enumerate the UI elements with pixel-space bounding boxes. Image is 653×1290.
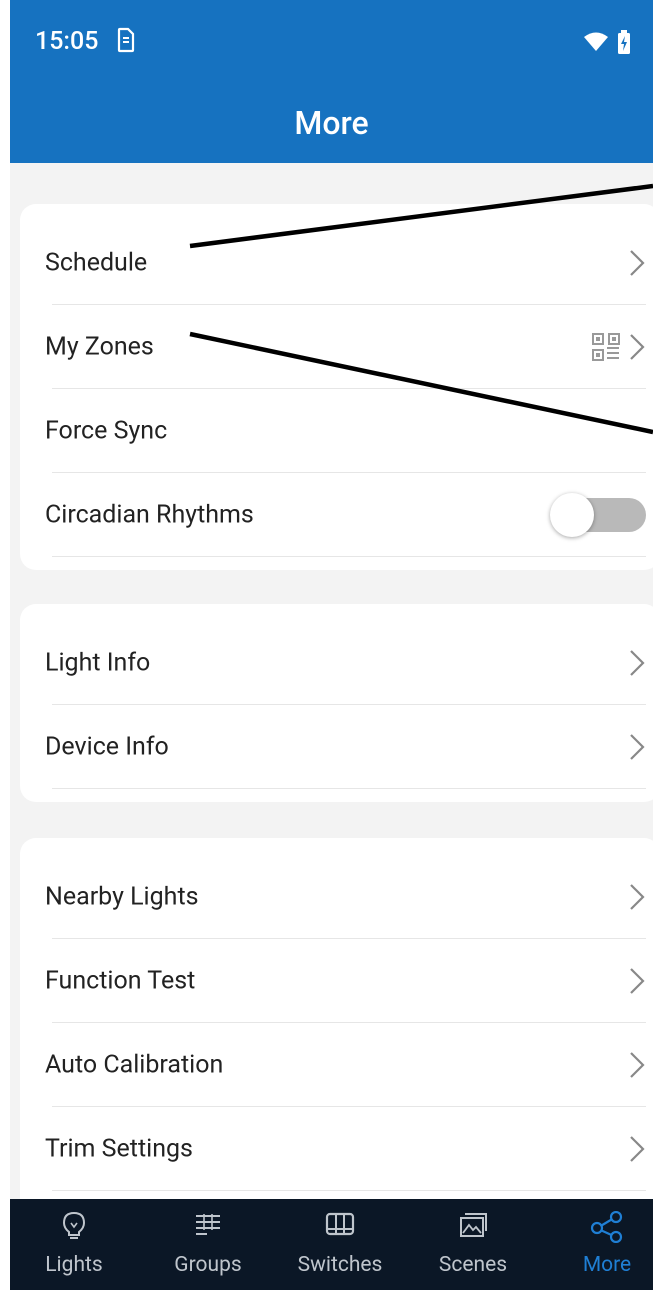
settings-card-info: Light Info Device Info	[20, 604, 653, 802]
scenes-icon	[460, 1213, 487, 1237]
menu-item-label: My Zones	[45, 332, 154, 362]
menu-item-circadian-rhythms: Circadian Rhythms	[20, 473, 653, 557]
tab-label: Scenes	[438, 1253, 508, 1277]
menu-item-label: Function Test	[45, 966, 196, 996]
qr-code-icon[interactable]	[592, 333, 620, 361]
tab-groups[interactable]: Groups	[153, 1199, 263, 1290]
chevron-right-icon	[630, 1136, 645, 1162]
tab-scenes[interactable]: Scenes	[418, 1199, 528, 1290]
divider	[52, 556, 646, 557]
menu-item-force-sync[interactable]: Force Sync	[20, 389, 653, 473]
menu-item-my-zones[interactable]: My Zones	[20, 305, 653, 389]
settings-card-primary: Schedule My Zones Force Sync Circadian R	[20, 204, 653, 570]
menu-item-label: Nearby Lights	[45, 882, 199, 912]
tab-label: Lights	[45, 1253, 103, 1277]
status-icons	[583, 30, 631, 58]
menu-item-label: Schedule	[45, 248, 148, 278]
tab-lights[interactable]: Lights	[19, 1199, 129, 1290]
switch-icon	[325, 1212, 355, 1236]
battery-charging-icon	[617, 30, 631, 58]
toggle-knob	[550, 493, 594, 537]
tab-label: Switches	[297, 1253, 383, 1277]
settings-card-tools: Nearby Lights Function Test Auto Calibra…	[20, 838, 653, 1258]
bulb-icon	[62, 1211, 86, 1239]
menu-item-schedule[interactable]: Schedule	[20, 221, 653, 305]
share-icon	[590, 1211, 623, 1243]
chevron-right-icon	[630, 334, 645, 360]
app-screen: 15:05 More Schedule My Zones Force Sync …	[10, 0, 653, 1290]
chevron-right-icon	[630, 734, 645, 760]
divider	[52, 1190, 646, 1191]
menu-item-function-test[interactable]: Function Test	[20, 939, 653, 1023]
menu-item-device-info[interactable]: Device Info	[20, 705, 653, 789]
menu-item-label: Device Info	[45, 732, 169, 762]
menu-item-label: Circadian Rhythms	[45, 500, 254, 530]
menu-item-light-info[interactable]: Light Info	[20, 621, 653, 705]
tab-more[interactable]: More	[552, 1199, 653, 1290]
chevron-right-icon	[630, 250, 645, 276]
menu-item-nearby-lights[interactable]: Nearby Lights	[20, 855, 653, 939]
menu-item-label: Force Sync	[45, 416, 168, 446]
menu-item-trim-settings[interactable]: Trim Settings	[20, 1107, 653, 1191]
page-title: More	[294, 104, 369, 142]
chevron-right-icon	[630, 1052, 645, 1078]
divider	[52, 788, 646, 789]
tab-label: Groups	[174, 1253, 242, 1277]
tab-switches[interactable]: Switches	[285, 1199, 395, 1290]
circadian-rhythms-toggle[interactable]	[550, 491, 646, 539]
menu-item-label: Trim Settings	[45, 1134, 193, 1164]
sim-icon	[116, 27, 136, 59]
app-header: 15:05 More	[10, 0, 653, 163]
chevron-right-icon	[630, 884, 645, 910]
status-time: 15:05	[35, 27, 99, 56]
tab-label: More	[582, 1253, 632, 1277]
wifi-icon	[583, 32, 609, 56]
menu-item-label: Light Info	[45, 648, 151, 678]
menu-item-label: Auto Calibration	[45, 1050, 224, 1080]
chevron-right-icon	[630, 968, 645, 994]
groups-icon	[196, 1214, 220, 1235]
chevron-right-icon	[630, 650, 645, 676]
menu-item-auto-calibration[interactable]: Auto Calibration	[20, 1023, 653, 1107]
bottom-tab-bar: Lights Groups Switches Scenes More	[10, 1199, 653, 1290]
